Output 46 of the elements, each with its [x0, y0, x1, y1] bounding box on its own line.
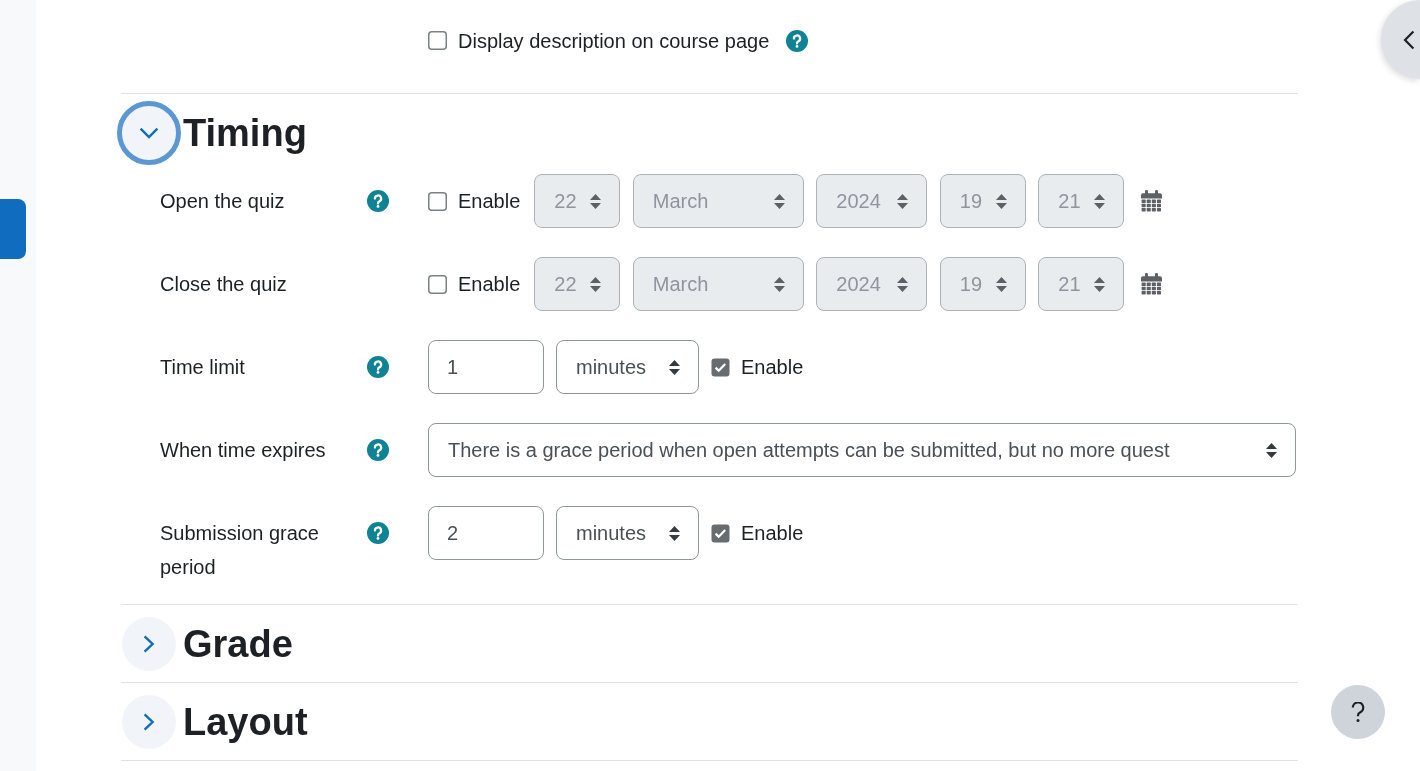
unit-select[interactable]: minutes	[556, 506, 699, 560]
section-title: Grade	[183, 622, 293, 667]
help-icon[interactable]	[367, 356, 389, 378]
help-icon[interactable]	[786, 29, 809, 52]
up-down-caret-icon	[590, 193, 602, 209]
checkbox-label[interactable]: Display description on course page	[458, 28, 770, 53]
help-button[interactable]	[1331, 685, 1385, 739]
section-title: Timing	[183, 111, 307, 156]
section-title: Layout	[183, 700, 308, 745]
up-down-caret-icon	[773, 193, 785, 209]
question-mark-icon	[1351, 702, 1365, 722]
chevron-right-icon	[143, 635, 155, 653]
option-select[interactable]: There is a grace period when open attempts can be submitted, but no more quest	[428, 423, 1296, 477]
chevron-left-icon	[1403, 29, 1415, 50]
up-down-caret-icon	[1094, 193, 1106, 209]
up-down-caret-icon	[897, 276, 909, 292]
help-icon[interactable]	[367, 439, 389, 461]
chevron-down-icon	[139, 127, 159, 139]
checkbox[interactable]	[711, 357, 730, 377]
drawer-toggle[interactable]	[1381, 0, 1420, 79]
field-label: Time limit	[160, 356, 245, 378]
number-input[interactable]: 1	[428, 340, 544, 394]
up-down-caret-icon	[1094, 276, 1106, 292]
checkbox-label[interactable]: Enable	[741, 521, 804, 545]
up-down-caret-icon	[1266, 442, 1277, 458]
up-down-caret-icon	[995, 193, 1007, 209]
sidebar-handle[interactable]	[0, 199, 26, 259]
up-down-caret-icon	[897, 193, 909, 209]
up-down-caret-icon	[669, 359, 680, 375]
up-down-caret-icon	[590, 276, 602, 292]
calendar-icon[interactable]	[1141, 190, 1163, 212]
chevron-right-icon	[143, 713, 155, 731]
unit-select[interactable]: minutes	[556, 340, 699, 394]
up-down-caret-icon	[773, 276, 785, 292]
help-icon[interactable]	[367, 522, 389, 544]
up-down-caret-icon	[995, 276, 1007, 292]
checkbox[interactable]	[711, 523, 730, 543]
field-label: Close the quiz	[160, 273, 287, 295]
field-label: When time expires	[160, 439, 326, 461]
checkbox[interactable]	[428, 31, 447, 50]
up-down-caret-icon	[669, 525, 680, 541]
number-input[interactable]: 2	[428, 506, 544, 560]
field-label: Submission grace period	[160, 522, 319, 578]
checkbox-label[interactable]: Enable	[741, 355, 804, 379]
collapse-toggle[interactable]	[117, 101, 181, 165]
field-label: Open the quiz	[160, 190, 285, 212]
